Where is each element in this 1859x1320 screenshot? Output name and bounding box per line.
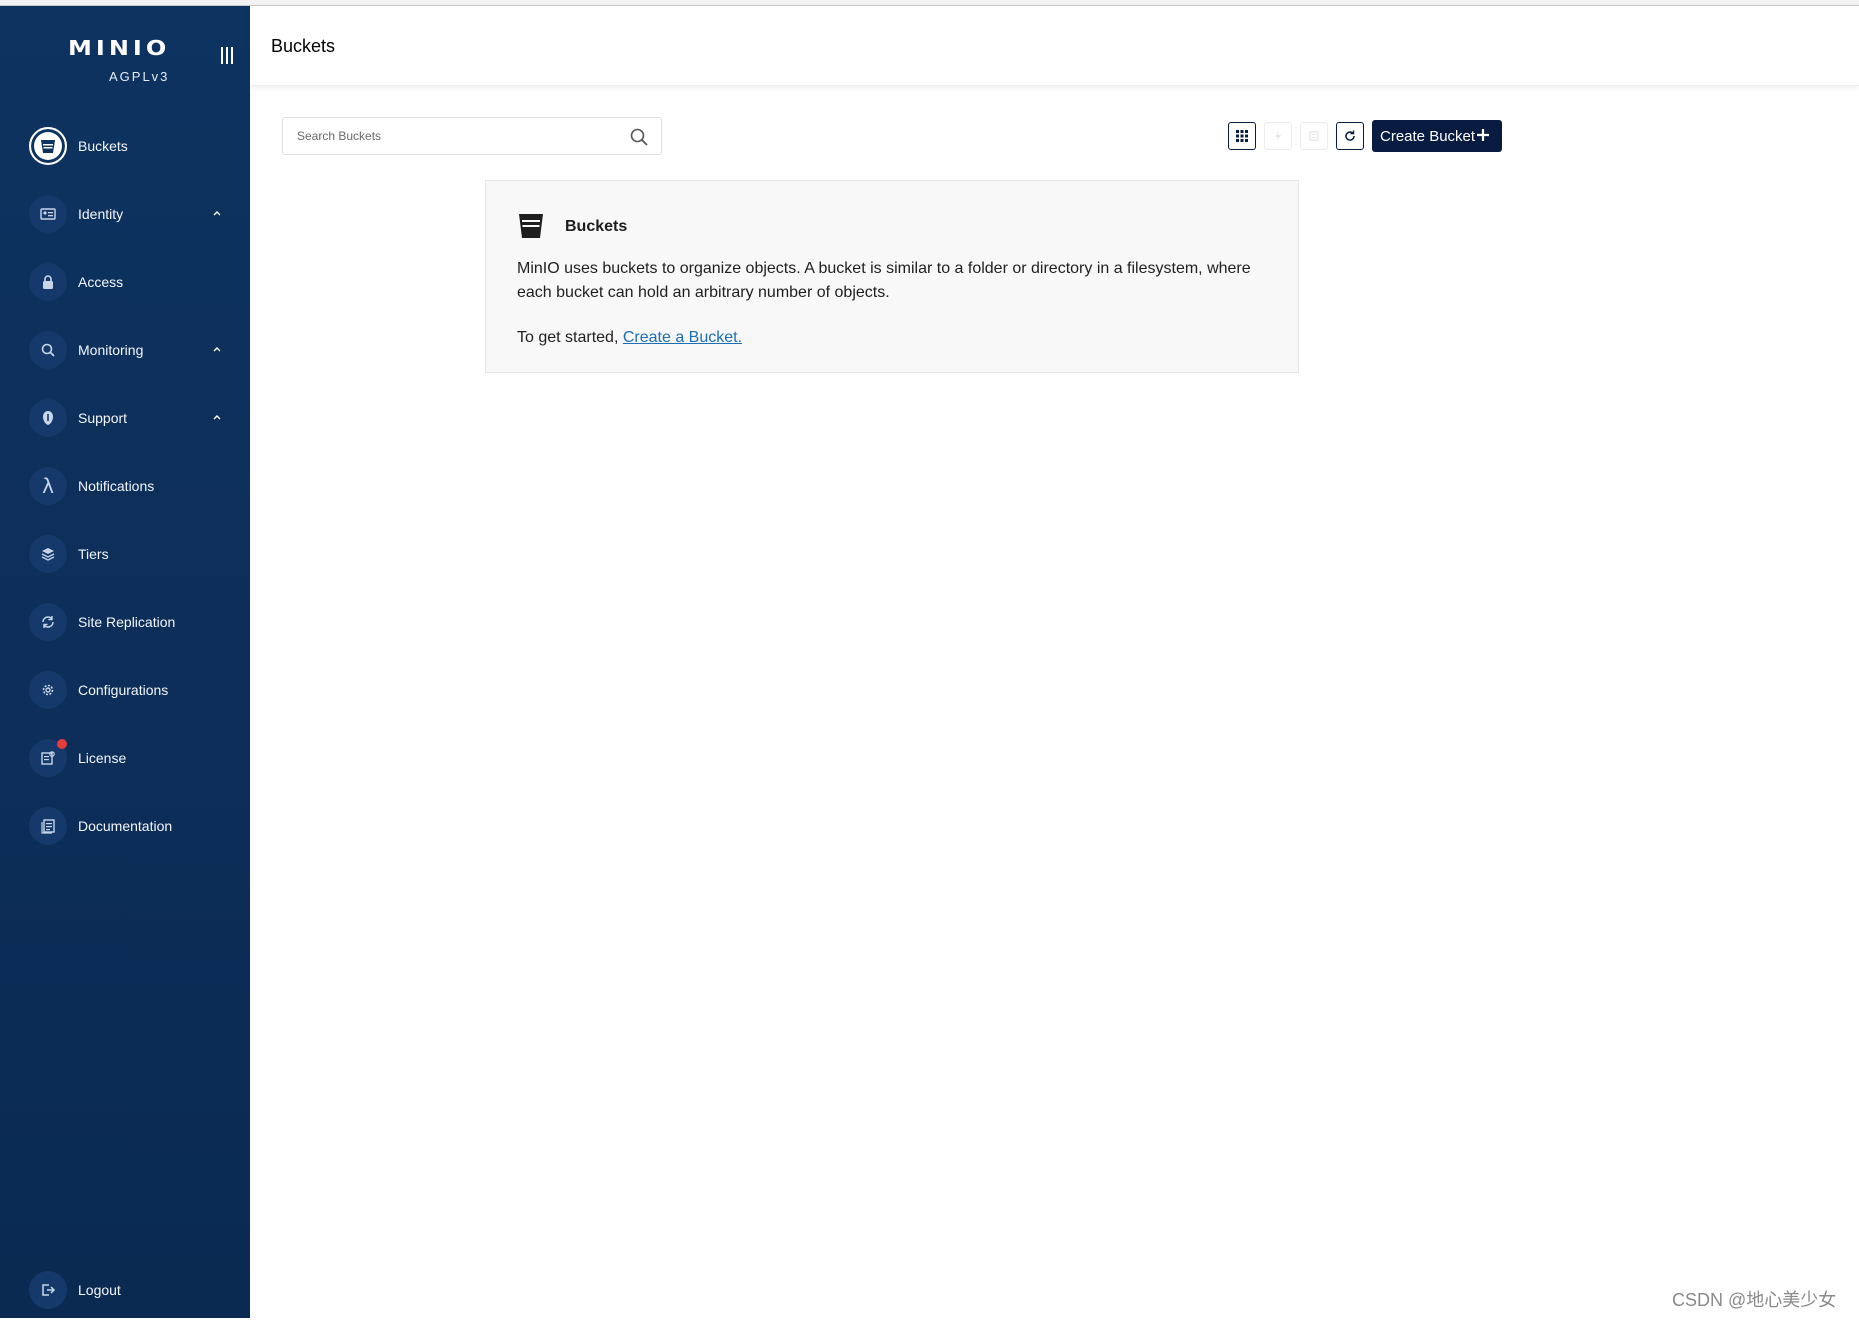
bolt-icon — [1275, 131, 1281, 141]
brand-edition: AGPLv3 — [109, 69, 170, 84]
search-input[interactable] — [297, 127, 617, 145]
sidebar-item-label: Buckets — [78, 138, 128, 154]
sidebar-item-monitoring[interactable]: Monitoring — [0, 316, 250, 384]
buckets-info-card: Buckets MinIO uses buckets to organize o… — [485, 180, 1299, 373]
sidebar-item-buckets[interactable]: Buckets — [0, 112, 250, 180]
sidebar-item-label: Site Replication — [78, 614, 176, 630]
chevron-up-icon[interactable] — [212, 208, 222, 218]
search-box — [282, 117, 662, 155]
page-title: Buckets — [271, 36, 336, 56]
sidebar-item-notifications[interactable]: λ Notifications — [0, 452, 250, 520]
support-icon — [29, 399, 67, 437]
replication-button[interactable] — [1264, 122, 1292, 150]
sidebar-item-label: Identity — [78, 206, 124, 222]
sidebar-item-label: Notifications — [78, 478, 155, 494]
logout-icon — [29, 1271, 67, 1309]
id-card-icon — [29, 195, 67, 233]
brand-logo: MINIO — [68, 36, 171, 60]
grid-view-button[interactable] — [1228, 122, 1256, 150]
sidebar-item-configurations[interactable]: Configurations — [0, 656, 250, 724]
sidebar-item-label: Access — [78, 274, 124, 290]
sidebar-item-label: Configurations — [78, 682, 169, 698]
sidebar-item-support[interactable]: Support — [0, 384, 250, 452]
layers-icon — [29, 535, 67, 573]
plus-icon — [1477, 129, 1489, 141]
bucket-icon — [519, 214, 543, 238]
document-icon — [29, 807, 67, 845]
sidebar: MINIO AGPLv3 Buckets Identity Access Mon… — [0, 6, 250, 1318]
lambda-icon: λ — [29, 467, 67, 505]
sidebar-item-label: Monitoring — [78, 342, 144, 358]
watermark: CSDN @地心美少女 — [1672, 1290, 1837, 1310]
license-notification-badge — [57, 739, 67, 749]
refresh-button[interactable] — [1336, 122, 1364, 150]
create-bucket-link[interactable]: Create a Bucket. — [623, 329, 742, 346]
card-description: MinIO uses buckets to organize objects. … — [517, 260, 1251, 301]
sidebar-item-tiers[interactable]: Tiers — [0, 520, 250, 588]
refresh-icon — [1345, 130, 1355, 141]
logout-button[interactable]: Logout — [0, 1260, 250, 1320]
chevron-up-icon[interactable] — [212, 412, 222, 422]
sidebar-item-label: License — [78, 750, 127, 766]
sidebar-item-label: Support — [78, 410, 128, 426]
search-icon[interactable] — [629, 127, 649, 147]
card-title: Buckets — [565, 218, 628, 235]
sidebar-nav: Buckets Identity Access Monitoring Suppo… — [0, 112, 250, 860]
sidebar-item-site-replication[interactable]: Site Replication — [0, 588, 250, 656]
brand: MINIO AGPLv3 — [68, 34, 178, 90]
sidebar-item-access[interactable]: Access — [0, 248, 250, 316]
sidebar-item-license[interactable]: License — [0, 724, 250, 792]
get-started-text: To get started, — [517, 329, 623, 346]
sidebar-item-identity[interactable]: Identity — [0, 180, 250, 248]
chevron-up-icon[interactable] — [212, 344, 222, 354]
list-icon — [1309, 131, 1319, 141]
create-bucket-button[interactable]: Create Bucket — [1372, 120, 1502, 152]
logout-label: Logout — [78, 1282, 121, 1298]
sidebar-item-documentation[interactable]: Documentation — [0, 792, 250, 860]
lifecycle-button[interactable] — [1300, 122, 1328, 150]
page-header: Buckets — [250, 6, 1859, 86]
gear-icon — [29, 671, 67, 709]
sidebar-item-label: Documentation — [78, 818, 173, 834]
bucket-icon — [29, 127, 67, 165]
sync-icon — [29, 603, 67, 641]
grid-icon — [1236, 130, 1248, 142]
sidebar-item-label: Tiers — [78, 546, 109, 562]
monitor-search-icon — [29, 331, 67, 369]
create-bucket-label: Create Bucket — [1380, 127, 1476, 145]
collapse-sidebar-button[interactable] — [216, 44, 238, 66]
lock-icon — [29, 263, 67, 301]
card-get-started: To get started, Create a Bucket. — [517, 329, 742, 347]
